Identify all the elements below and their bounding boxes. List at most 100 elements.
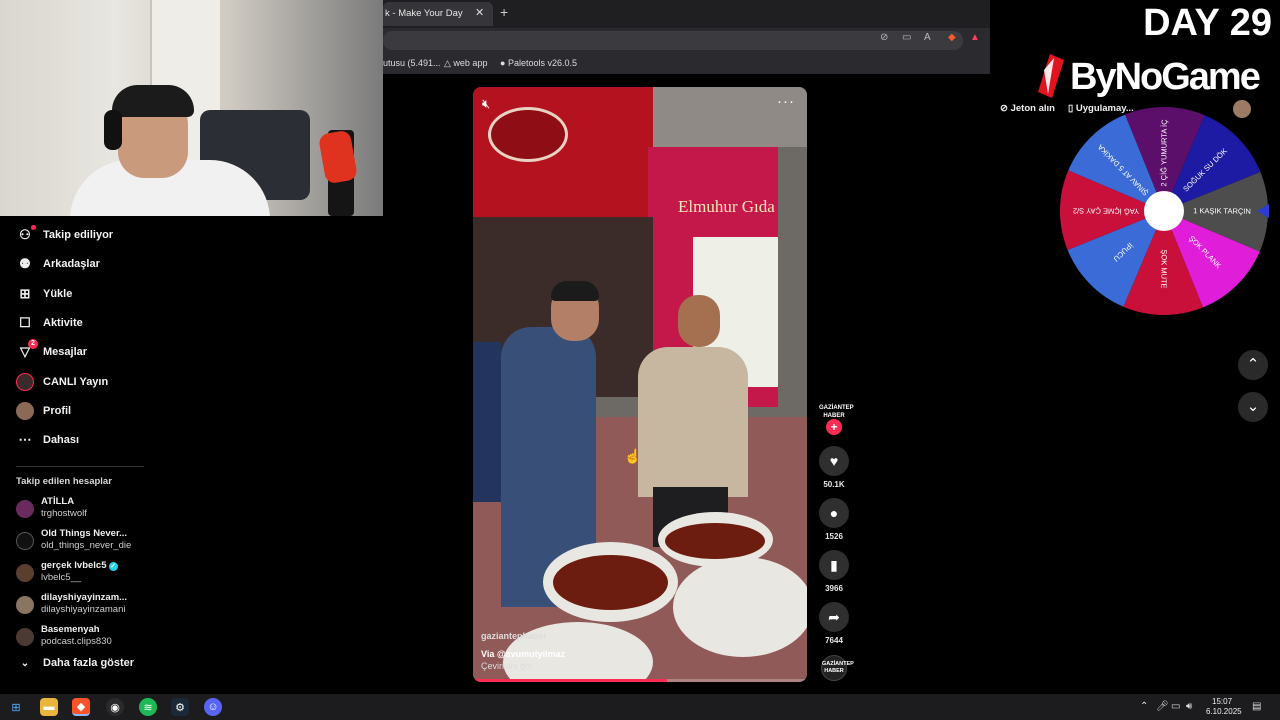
sidebar-divider [16, 466, 144, 467]
video-description: Via @avumutyilmaz [481, 649, 566, 659]
account-name: Old Things Never... [41, 528, 128, 539]
save-action[interactable]: ▮ 3966 [819, 550, 849, 593]
avatar [16, 596, 34, 614]
following-accounts-title: Takip edilen hesaplar [16, 476, 112, 487]
followed-account[interactable]: Basemenyah podcast.clips830 [16, 624, 156, 654]
day-counter: DAY 29 [1143, 2, 1272, 44]
friends-icon: ⚉ [19, 256, 31, 271]
sidebar-item-label: Arkadaşlar [43, 258, 100, 270]
close-tab-icon[interactable]: ✕ [475, 6, 484, 19]
previous-video-button[interactable]: ⌃ [1238, 350, 1268, 380]
sidebar-item-messages[interactable]: ▽ 2 Mesajlar [16, 339, 87, 362]
discord-icon[interactable]: ☺ [204, 698, 222, 716]
translate-icon[interactable]: A [924, 32, 931, 43]
bynogame-logo: ByNoGame [1030, 50, 1280, 102]
camera-off-icon[interactable]: ⊘ [880, 32, 888, 43]
file-explorer-icon[interactable]: ▬ [40, 698, 58, 716]
next-video-button[interactable]: ⌄ [1238, 392, 1268, 422]
followed-account[interactable]: ATİLLA trghostwolf [16, 496, 156, 526]
comment-icon[interactable]: ● [819, 498, 849, 528]
bookmark-item[interactable]: △ web app [444, 58, 487, 69]
bookmark-item[interactable]: ● Paletools v26.0.5 [500, 58, 577, 68]
upload-icon: ⊞ [19, 286, 31, 301]
new-tab-button[interactable]: + [500, 4, 508, 20]
share-action[interactable]: ➦ 7644 [819, 602, 849, 645]
activity-icon: ☐ [19, 315, 31, 330]
account-username: podcast.clips830 [41, 636, 112, 647]
more-options-icon[interactable]: ··· [777, 93, 795, 110]
followed-account[interactable]: dilayshiyayinzam... dilayshiyayinzamani [16, 592, 156, 622]
sidebar-item-friends[interactable]: ⚉ Arkadaşlar [16, 254, 100, 274]
music-disc[interactable]: GAZİANTEP HABER [821, 655, 854, 681]
bookmark-item[interactable]: utusu (5.491... [383, 58, 441, 68]
sidebar-item-label: Dahası [43, 434, 80, 446]
comment-action[interactable]: ● 1526 [819, 498, 849, 541]
url-input[interactable] [383, 31, 963, 50]
sidebar-item-following[interactable]: ⚇ Takip ediliyor [16, 225, 113, 245]
cast-icon[interactable]: ▭ [902, 32, 911, 43]
notification-icon[interactable]: ▤ [1252, 701, 1261, 712]
account-name: dilayshiyayinzam... [41, 592, 128, 603]
volume-icon[interactable]: 🔊︎ [1186, 701, 1192, 712]
avatar [16, 500, 34, 518]
heart-icon[interactable]: ♥ [819, 446, 849, 476]
factory-sign: Elmuhur Gıda [678, 197, 775, 216]
avatar [16, 628, 34, 646]
brave-browser-icon[interactable]: ◆ [72, 698, 90, 716]
bookmark-icon: △ [444, 58, 454, 68]
wheel-segment-label: YAĞ İÇME ÇAY S/2 [1073, 206, 1139, 216]
brave-shield-icon[interactable]: ◆ [948, 32, 956, 43]
sidebar-item-label: Aktivite [43, 317, 83, 329]
show-more-button[interactable]: ⌄ Daha fazla göster [16, 657, 134, 669]
video-author[interactable]: gaziantephaber [481, 631, 547, 641]
sidebar-item-upload[interactable]: ⊞ Yükle [16, 284, 73, 304]
steam-icon[interactable]: ⚙ [171, 698, 189, 716]
video-player[interactable]: Elmuhur Gıda 🔇︎ ··· gaziantephaber Via @… [473, 87, 807, 682]
spotify-icon[interactable]: ≋ [139, 698, 157, 716]
account-username: lvbelc5__ [41, 572, 82, 583]
wheel-segment-label: 2 ÇİĞ YUMURTA İÇ [1159, 119, 1169, 187]
translate-link[interactable]: Çevirisini gör [481, 661, 533, 671]
windows-start-icon[interactable]: ⊞ [7, 698, 25, 716]
sidebar-item-live[interactable]: CANLI Yayın [16, 372, 108, 392]
comment-count: 1526 [825, 532, 843, 541]
get-coins-link[interactable]: ⊘ Jeton alın [1000, 103, 1055, 114]
share-icon[interactable]: ➦ [819, 602, 849, 632]
sidebar-item-label: Profil [43, 405, 72, 417]
wheel-center [1144, 191, 1184, 231]
followed-account[interactable]: Old Things Never... old_things_never_die [16, 528, 156, 558]
account-username: trghostwolf [41, 508, 87, 519]
obs-icon[interactable]: ◉ [106, 698, 124, 716]
volume-mute-icon[interactable]: 🔇︎ [482, 96, 490, 112]
profile-icon [16, 402, 34, 420]
tray-chevron-icon[interactable]: ⌃ [1140, 701, 1148, 712]
sidebar-item-more[interactable]: ⋯ Dahası [16, 430, 80, 450]
account-name: Basemenyah [41, 624, 100, 635]
tab-title: k - Make Your Day [385, 8, 463, 19]
spin-wheel: 2 ÇİĞ YUMURTA İÇ SOĞUK SU DÖK 1 KAŞIK TARÇ… [1059, 106, 1269, 316]
account-username: old_things_never_die [41, 540, 132, 551]
brave-rewards-icon[interactable]: ▲ [970, 32, 980, 43]
webcam-feed [0, 0, 383, 216]
windows-taskbar: ⊞ ▬ ◆ ◉ ≋ ⚙ ☺ ⌃ 🎤︎ ▭ 🔊︎ 15:07 6.10.2025 … [0, 694, 1280, 720]
sidebar-item-profile[interactable]: Profil [16, 401, 71, 421]
network-icon[interactable]: ▭ [1171, 701, 1180, 712]
like-action[interactable]: ♥ 50.1K [819, 446, 849, 489]
more-icon: ⋯ [18, 432, 32, 447]
wheel-segment-label: 1 KAŞIK TARÇIN [1193, 206, 1251, 216]
like-count: 50.1K [823, 480, 845, 489]
clock-time[interactable]: 15:07 [1212, 697, 1232, 706]
follow-button[interactable]: + [826, 419, 842, 435]
coin-icon: ⊘ [1000, 103, 1011, 114]
account-name: ATİLLA [41, 496, 75, 507]
share-count: 7644 [825, 636, 843, 645]
verified-badge-icon: ✓ [108, 562, 118, 571]
followed-account[interactable]: gerçek lvbelc5 ✓ lvbelc5__ [16, 560, 156, 590]
bookmark-icon[interactable]: ▮ [819, 550, 849, 580]
chevron-down-icon: ⌄ [20, 657, 30, 669]
clock-date[interactable]: 6.10.2025 [1206, 707, 1242, 716]
video-progress-bar[interactable] [473, 679, 807, 682]
sidebar-item-activity[interactable]: ☐ Aktivite [16, 313, 83, 333]
save-count: 3966 [825, 584, 843, 593]
microphone-icon[interactable]: 🎤︎ [1156, 701, 1169, 712]
